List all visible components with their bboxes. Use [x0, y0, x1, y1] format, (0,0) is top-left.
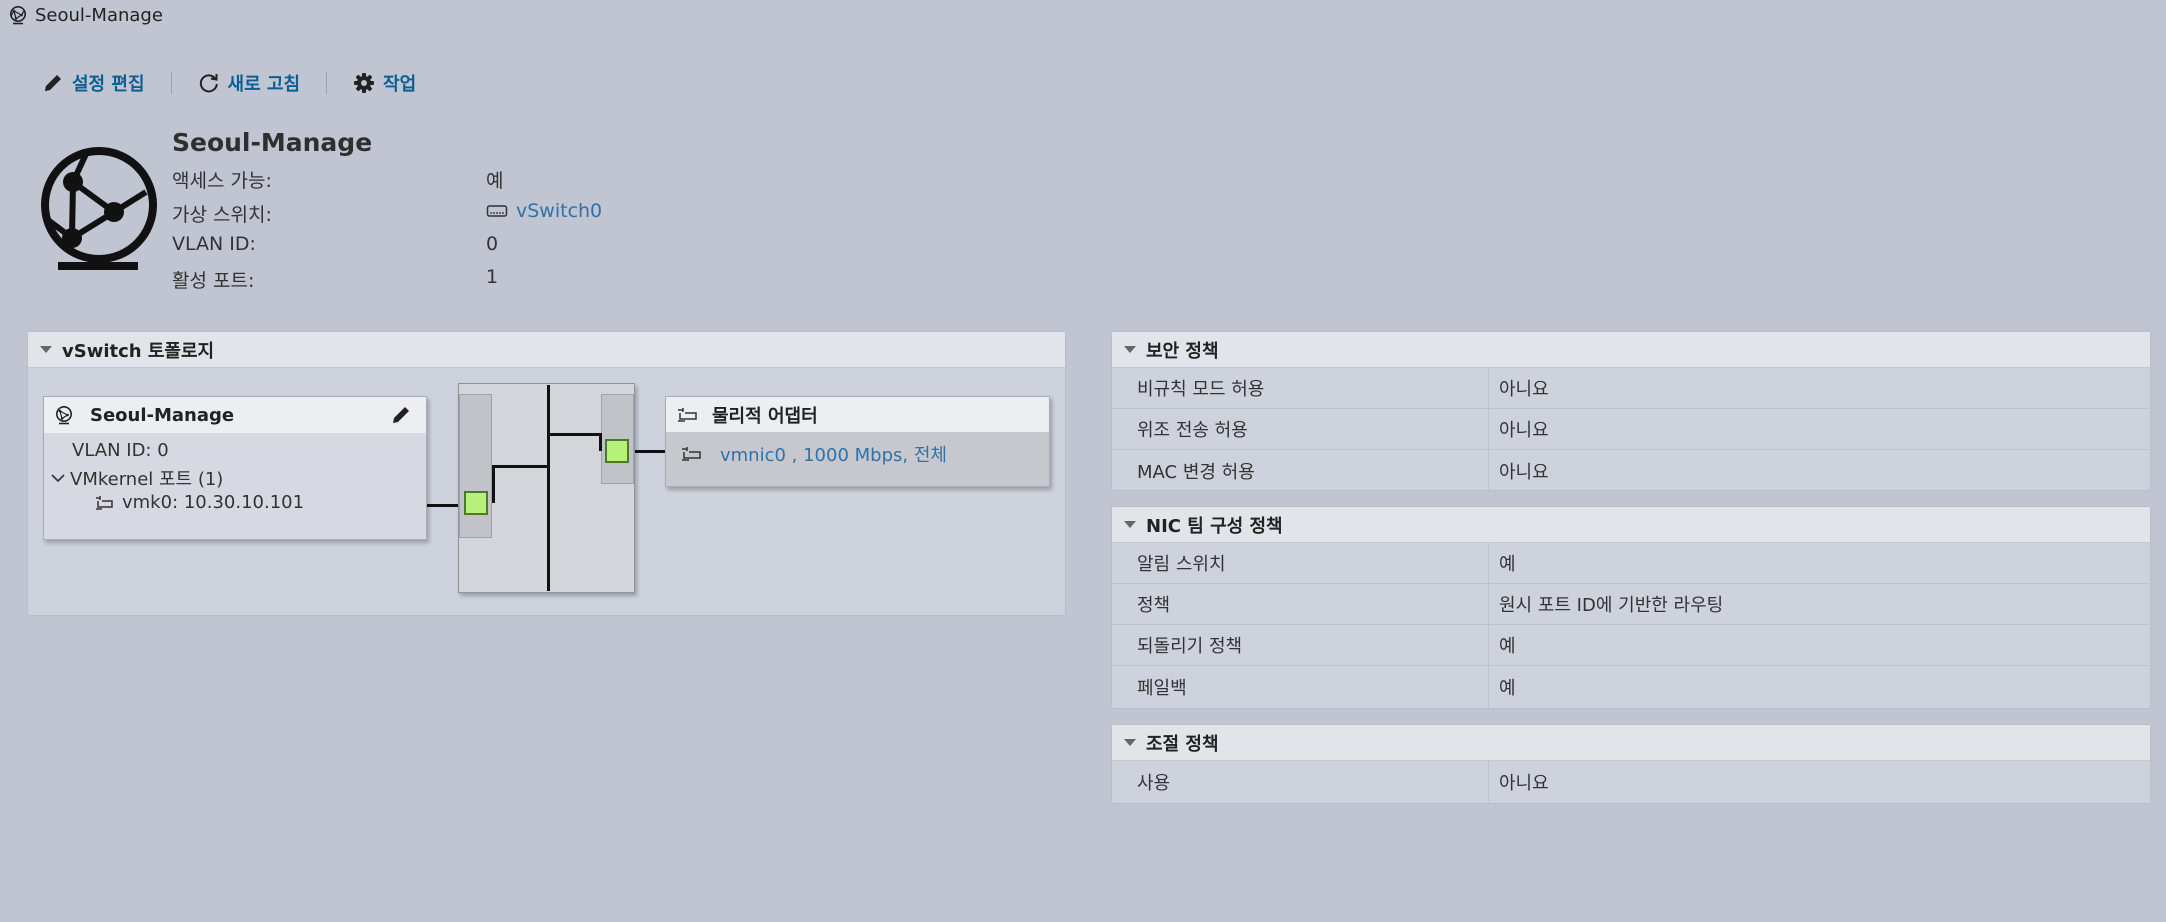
portgroup-card-header: Seoul-Manage	[44, 397, 426, 433]
switch-icon	[486, 205, 508, 217]
switch-line-portgroup	[492, 465, 548, 468]
virtual-switch-link[interactable]: vSwitch0	[486, 200, 602, 222]
switch-portgroup-slot	[459, 394, 492, 538]
accessible-value: 예	[486, 170, 504, 192]
policy-row: 페일백 예	[1112, 666, 2150, 707]
edit-settings-label: 설정 편집	[72, 74, 145, 95]
connector-line	[632, 450, 666, 453]
physical-adapters-card[interactable]: 물리적 어댑터 vmnic0 , 1000 Mbps, 전체	[665, 396, 1050, 487]
connector-line	[427, 504, 460, 507]
vswitch-topology-title: vSwitch 토폴로지	[62, 340, 215, 362]
physical-adapters-header: 물리적 어댑터	[666, 397, 1049, 432]
policy-label: 사용	[1112, 761, 1489, 802]
collapse-caret-icon[interactable]	[1124, 739, 1136, 746]
traffic-shaping-title: 조절 정책	[1146, 733, 1219, 755]
window-title-bar: Seoul-Manage	[8, 4, 163, 26]
switch-line-portgroup-v	[492, 465, 495, 503]
policy-row: 위조 전송 허용 아니요	[1112, 409, 2150, 450]
switch-line-uplink-v	[599, 433, 602, 451]
active-ports-value: 1	[486, 266, 499, 288]
policy-label: 되돌리기 정책	[1112, 625, 1489, 665]
policy-label: 페일백	[1112, 666, 1489, 707]
actions-label: 작업	[383, 74, 417, 95]
network-globe-icon	[10, 6, 26, 25]
vmnic-link[interactable]: vmnic0 , 1000 Mbps, 전체	[720, 441, 947, 467]
security-policy-panel: 보안 정책 비규칙 모드 허용 아니요 위조 전송 허용 아니요 MAC 변경 …	[1111, 331, 2151, 491]
policy-value: 아니요	[1499, 772, 1549, 794]
policy-value: 예	[1499, 636, 1516, 657]
traffic-shaping-panel: 조절 정책 사용 아니요	[1111, 724, 2151, 804]
policy-row: 사용 아니요	[1112, 761, 2150, 802]
switch-line-uplink	[549, 433, 601, 436]
policy-row: MAC 변경 허용 아니요	[1112, 450, 2150, 491]
policy-label: 알림 스위치	[1112, 543, 1489, 583]
security-policy-title: 보안 정책	[1146, 340, 1219, 362]
portgroup-card[interactable]: Seoul-Manage VLAN ID: 0 VMkernel 포트 (1) …	[43, 396, 427, 540]
policy-label: 위조 전송 허용	[1112, 409, 1489, 449]
policy-value: 아니요	[1499, 379, 1549, 400]
network-globe-icon	[56, 406, 72, 425]
refresh-button[interactable]: 새로 고침	[198, 70, 301, 96]
virtual-switch-value[interactable]: vSwitch0	[516, 200, 602, 222]
collapse-caret-icon[interactable]	[1124, 521, 1136, 528]
security-policy-header[interactable]: 보안 정책	[1112, 332, 2150, 368]
policy-row: 정책 원시 포트 ID에 기반한 라우팅	[1112, 584, 2150, 625]
vmnic-row[interactable]: vmnic0 , 1000 Mbps, 전체	[680, 441, 947, 467]
page-title: Seoul-Manage	[172, 128, 373, 157]
policy-label: MAC 변경 허용	[1112, 450, 1489, 491]
vswitch-diagram	[458, 383, 635, 593]
portgroup-name: Seoul-Manage	[90, 404, 235, 426]
vmk-label: vmk0: 10.30.10.101	[122, 492, 305, 513]
vmk-row[interactable]: vmk0: 10.30.10.101	[94, 492, 304, 513]
policy-label: 비규칙 모드 허용	[1112, 368, 1489, 408]
collapse-caret-icon[interactable]	[40, 346, 52, 353]
policy-value: 아니요	[1499, 461, 1549, 483]
pencil-icon[interactable]	[390, 404, 412, 426]
gear-icon	[354, 73, 375, 93]
vmkernel-adapter-icon	[96, 495, 113, 510]
policy-value: 원시 포트 ID에 기반한 라우팅	[1499, 595, 1724, 616]
policy-value: 아니요	[1499, 420, 1549, 441]
nic-teaming-panel: NIC 팀 구성 정책 알림 스위치 예 정책 원시 포트 ID에 기반한 라우…	[1111, 506, 2151, 709]
window-title: Seoul-Manage	[35, 4, 163, 26]
pencil-icon	[45, 75, 61, 91]
collapse-caret-icon[interactable]	[1124, 346, 1136, 353]
vlan-id-label: VLAN ID:	[172, 233, 256, 255]
uplink-port-icon	[605, 439, 629, 463]
refresh-icon	[199, 74, 218, 93]
vmkernel-ports-row[interactable]: VMkernel 포트 (1)	[50, 465, 223, 491]
virtual-switch-label: 가상 스위치:	[172, 204, 272, 226]
network-globe-icon	[41, 147, 157, 270]
toolbar-divider	[326, 72, 328, 94]
physical-adapter-icon	[678, 407, 697, 422]
toolbar-divider	[170, 72, 172, 94]
active-ports-label: 활성 포트:	[172, 270, 255, 292]
chevron-down-icon[interactable]	[50, 471, 66, 485]
policy-value: 예	[1499, 677, 1516, 699]
policy-row: 비규칙 모드 허용 아니요	[1112, 368, 2150, 409]
switch-backbone-line	[547, 385, 550, 591]
actions-button[interactable]: 작업	[353, 70, 416, 96]
nic-teaming-title: NIC 팀 구성 정책	[1146, 515, 1283, 537]
portgroup-port-icon	[464, 491, 488, 515]
edit-settings-button[interactable]: 설정 편집	[42, 70, 145, 96]
physical-adapters-title: 물리적 어댑터	[712, 405, 818, 427]
refresh-label: 새로 고침	[227, 74, 301, 95]
policy-row: 되돌리기 정책 예	[1112, 625, 2150, 666]
vswitch-topology-header[interactable]: vSwitch 토폴로지	[28, 332, 1065, 368]
physical-adapter-icon	[682, 447, 701, 461]
portgroup-vlan: VLAN ID: 0	[72, 440, 169, 461]
policy-label: 정책	[1112, 584, 1489, 624]
policy-row: 알림 스위치 예	[1112, 543, 2150, 584]
policy-value: 예	[1499, 554, 1516, 575]
toolbar: 설정 편집 새로 고침 작업	[42, 68, 416, 98]
accessible-label: 액세스 가능:	[172, 170, 272, 192]
vlan-id-value: 0	[486, 233, 499, 255]
vmkernel-ports-label: VMkernel 포트 (1)	[70, 469, 224, 490]
nic-teaming-header[interactable]: NIC 팀 구성 정책	[1112, 507, 2150, 543]
traffic-shaping-header[interactable]: 조절 정책	[1112, 725, 2150, 761]
